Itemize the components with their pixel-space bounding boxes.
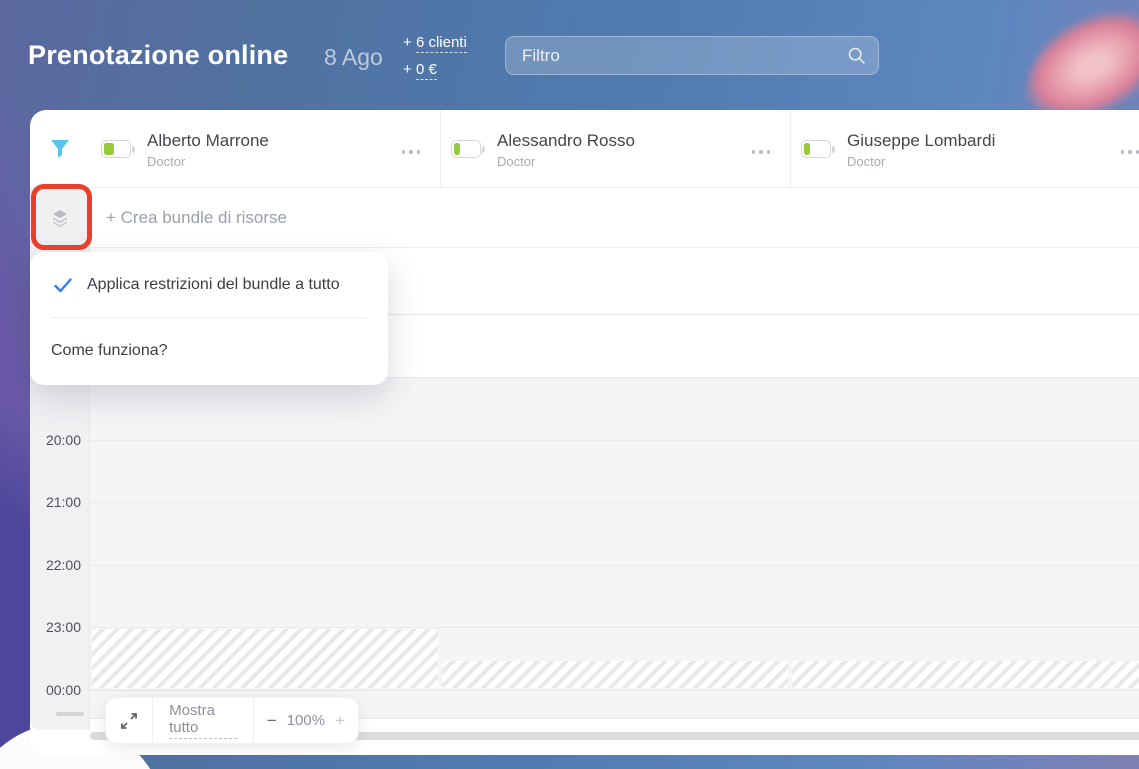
bundle-context-menu: Applica restrizioni del bundle a tutto C… (30, 252, 388, 385)
check-icon (54, 277, 72, 292)
capacity-nub (832, 145, 835, 153)
show-all-button[interactable]: Mostra tutto (153, 698, 253, 743)
time-label: 00:00 (45, 682, 81, 698)
view-toolbar: Mostra tutto − 100% + (105, 697, 359, 744)
menu-item-apply-restrictions[interactable]: Applica restrizioni del bundle a tutto (30, 252, 388, 317)
booking-app: { "header": { "title": "Prenotazione onl… (0, 0, 1139, 769)
filter-field-wrap (505, 36, 879, 75)
page-title: Prenotazione online (28, 40, 289, 70)
funnel-icon (51, 140, 69, 158)
hour-line (90, 690, 1139, 691)
resource-name: Giuseppe Lombardi (847, 130, 996, 150)
filter-resources-button[interactable] (30, 110, 90, 188)
zoom-level: 100% (286, 712, 326, 729)
calendar-panel: Alberto Marrone Doctor Alessandro Rosso … (30, 110, 1139, 755)
hour-line (90, 440, 1139, 441)
hour-line (90, 627, 1139, 628)
time-label: 21:00 (45, 494, 81, 510)
blocked-time-slot (442, 661, 788, 688)
resource-role: Doctor (147, 153, 186, 169)
create-bundle-button[interactable]: + Crea bundle di risorse (90, 188, 1139, 248)
header-stats: + 6 clienti + 0 € (403, 29, 467, 83)
capacity-fill (804, 143, 811, 155)
capacity-nub (482, 145, 485, 153)
resource-header-3: Giuseppe Lombardi Doctor (790, 110, 1139, 188)
resource-role: Doctor (847, 153, 886, 169)
capacity-fill (454, 143, 461, 155)
revenue-link[interactable]: + 0 € (403, 56, 467, 83)
filter-input[interactable] (505, 36, 879, 75)
expand-icon (121, 712, 138, 729)
time-label: 22:00 (45, 557, 81, 573)
tutorial-highlight-box (31, 184, 92, 250)
resource-header-1: Alberto Marrone Doctor (90, 110, 440, 188)
resource-role: Doctor (497, 153, 536, 169)
hour-line (90, 565, 1139, 566)
zoom-out-button[interactable]: − (267, 711, 277, 731)
resource-name: Alberto Marrone (147, 130, 269, 150)
expand-view-button[interactable] (106, 698, 152, 743)
blocked-time-slot (792, 661, 1139, 688)
time-label: 23:00 (45, 619, 81, 635)
create-bundle-label: + Crea bundle di risorse (106, 207, 287, 227)
capacity-toggle[interactable] (101, 140, 135, 158)
clients-count-link[interactable]: + 6 clienti (403, 29, 467, 56)
time-label: 20:00 (45, 432, 81, 448)
resource-header-2: Alessandro Rosso Doctor (440, 110, 790, 188)
more-options-icon[interactable] (398, 146, 425, 158)
capacity-toggle[interactable] (451, 140, 485, 158)
capacity-fill (104, 143, 114, 155)
menu-item-label: Come funziona? (51, 341, 168, 359)
search-icon (848, 47, 865, 64)
more-options-icon[interactable] (748, 146, 775, 158)
menu-item-label: Applica restrizioni del bundle a tutto (87, 275, 340, 293)
current-date: 8 Ago (324, 44, 383, 70)
hour-line (90, 502, 1139, 503)
capacity-toggle[interactable] (801, 140, 835, 158)
gutter-scroll-indicator (56, 712, 84, 716)
zoom-control: − 100% + (254, 698, 358, 743)
menu-item-how-it-works[interactable]: Come funziona? (30, 318, 388, 383)
zoom-in-button[interactable]: + (335, 711, 345, 731)
capacity-nub (132, 145, 135, 153)
blocked-time-slot (92, 629, 438, 688)
more-options-icon[interactable] (1117, 146, 1139, 158)
resources-header-row: Alberto Marrone Doctor Alessandro Rosso … (30, 110, 1139, 188)
resource-name: Alessandro Rosso (497, 130, 635, 150)
